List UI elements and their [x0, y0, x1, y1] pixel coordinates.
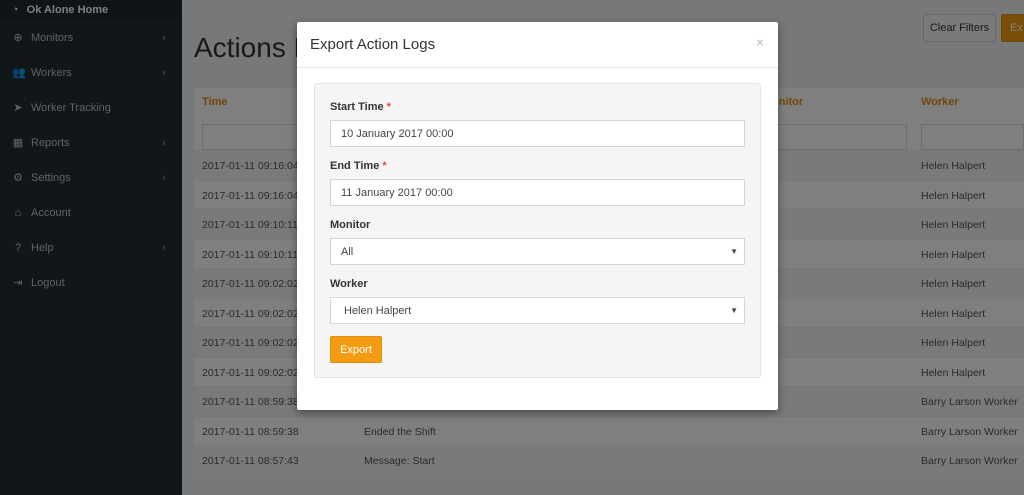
required-mark: *: [382, 160, 387, 172]
worker-select[interactable]: Helen Halpert ▼: [330, 297, 745, 324]
end-time-input[interactable]: 11 January 2017 00:00: [330, 179, 745, 206]
modal-title: Export Action Logs: [310, 36, 436, 53]
export-button[interactable]: Export: [330, 336, 382, 363]
end-time-label-text: End Time: [330, 160, 380, 172]
export-modal: Export Action Logs × Start Time * 10 Janu…: [297, 22, 778, 410]
end-time-value: 11 January 2017 00:00: [341, 186, 453, 199]
close-icon[interactable]: ×: [756, 34, 764, 50]
start-time-value: 10 January 2017 00:00: [341, 127, 454, 140]
start-time-label-text: Start Time: [330, 101, 384, 113]
worker-select-value: Helen Halpert: [344, 304, 412, 317]
required-mark: *: [386, 101, 391, 113]
export-form-panel: Start Time * 10 January 2017 00:00 End Ti…: [314, 83, 761, 378]
modal-backdrop-sidebar[interactable]: [0, 0, 182, 495]
worker-label: Worker: [330, 278, 368, 290]
monitor-select-value: All: [341, 245, 354, 258]
end-time-label: End Time *: [330, 160, 387, 172]
monitor-label: Monitor: [330, 219, 371, 231]
caret-down-icon: ▼: [730, 247, 738, 256]
monitor-select[interactable]: All ▼: [330, 238, 745, 265]
start-time-label: Start Time *: [330, 101, 391, 113]
modal-header: Export Action Logs: [297, 22, 778, 68]
start-time-input[interactable]: 10 January 2017 00:00: [330, 120, 745, 147]
caret-down-icon: ▼: [730, 306, 738, 315]
